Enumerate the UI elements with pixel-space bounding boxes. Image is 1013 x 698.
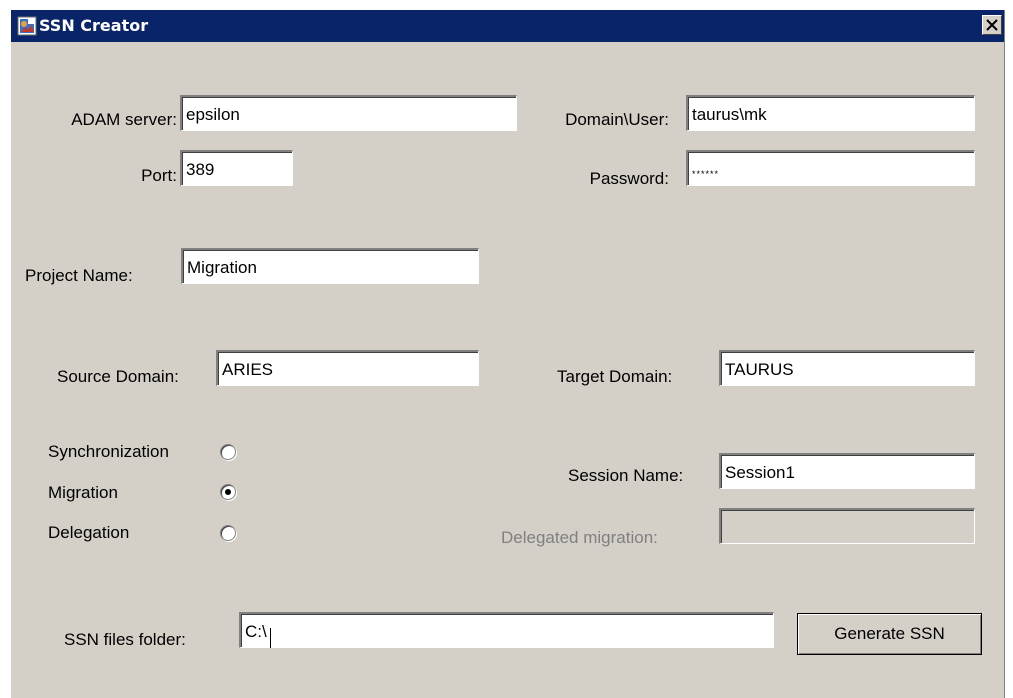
migration-radio[interactable] (220, 484, 236, 500)
adam-server-label: ADAM server: (71, 110, 177, 129)
port-label: Port: (141, 166, 177, 185)
target-domain-input[interactable] (719, 350, 975, 386)
port-input[interactable] (180, 150, 293, 186)
delegated-migration-label: Delegated migration: (501, 528, 658, 547)
close-icon (986, 19, 998, 31)
mode-label-migration: Migration (48, 483, 118, 502)
mode-label-synchronization: Synchronization (48, 442, 169, 461)
delegated-migration-input (719, 508, 975, 544)
generate-ssn-button[interactable]: Generate SSN (797, 613, 982, 655)
delegation-radio[interactable] (220, 525, 236, 541)
title-bar[interactable]: SSN Creator (11, 10, 1004, 42)
session-name-label: Session Name: (568, 466, 684, 485)
password-label: Password: (589, 169, 669, 188)
project-name-label: Project Name: (25, 266, 133, 285)
domain-user-input[interactable] (686, 95, 975, 131)
source-domain-label: Source Domain: (57, 367, 179, 386)
app-icon (17, 16, 37, 36)
password-input[interactable] (686, 150, 975, 186)
domain-user-label: Domain\User: (565, 110, 669, 129)
target-domain-label: Target Domain: (557, 367, 673, 386)
ssn-folder-input[interactable] (239, 612, 774, 648)
adam-server-input[interactable] (180, 95, 517, 131)
ssn-creator-window: SSN Creator ADAM server: Port: Domain\Us… (10, 10, 1005, 698)
mode-label-delegation: Delegation (48, 523, 130, 542)
close-button[interactable] (982, 15, 1002, 35)
synchronization-radio[interactable] (220, 444, 236, 460)
ssn-folder-label: SSN files folder: (64, 630, 186, 649)
window-title: SSN Creator (39, 16, 149, 35)
session-name-input[interactable] (719, 453, 975, 489)
radio-selected-dot (225, 489, 231, 495)
project-name-input[interactable] (181, 248, 479, 284)
source-domain-input[interactable] (216, 350, 479, 386)
text-caret (270, 628, 271, 648)
